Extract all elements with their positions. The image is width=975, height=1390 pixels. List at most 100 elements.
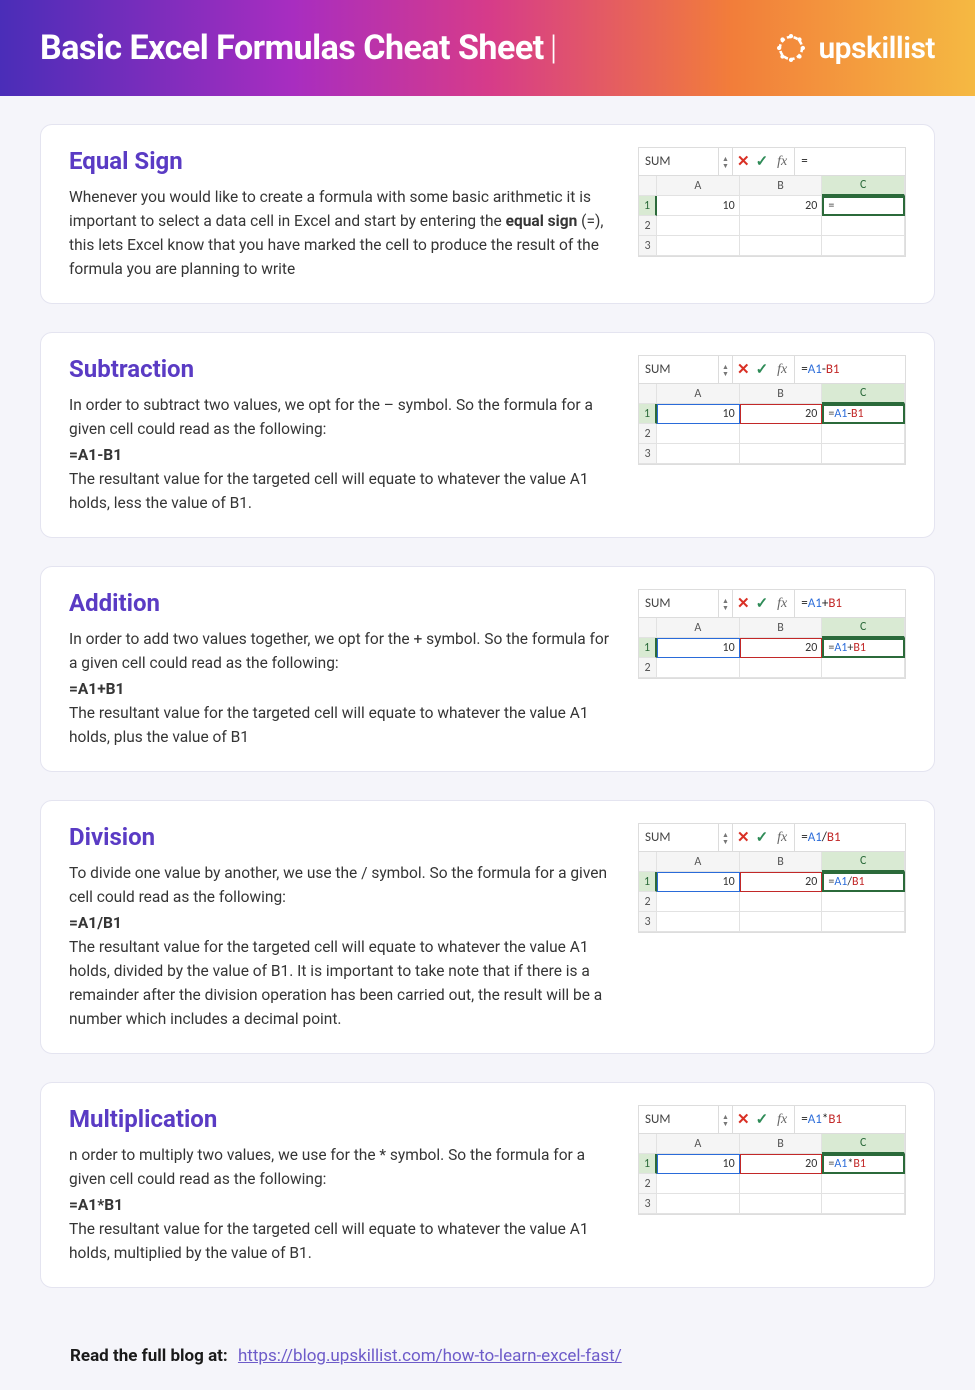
- cell[interactable]: [740, 216, 823, 236]
- formula-input[interactable]: =: [795, 148, 905, 175]
- cell[interactable]: [657, 892, 740, 912]
- fx-icon[interactable]: fx: [774, 1112, 790, 1128]
- name-box[interactable]: SUM: [639, 356, 719, 383]
- row-header[interactable]: 1: [639, 638, 657, 658]
- cell[interactable]: [740, 1194, 823, 1214]
- col-header-b[interactable]: B: [740, 176, 823, 196]
- col-header-c[interactable]: C: [822, 618, 905, 638]
- cell[interactable]: [740, 444, 823, 464]
- cell[interactable]: [822, 236, 905, 256]
- row-header[interactable]: 2: [639, 892, 657, 912]
- cell-c1-active[interactable]: =A1+B1: [822, 638, 905, 658]
- namebox-spinner[interactable]: ▲▼: [719, 590, 733, 617]
- name-box[interactable]: SUM: [639, 1106, 719, 1133]
- row-header[interactable]: 2: [639, 658, 657, 678]
- namebox-spinner[interactable]: ▲▼: [719, 148, 733, 175]
- cancel-icon[interactable]: ✕: [737, 1110, 750, 1129]
- col-header-b[interactable]: B: [740, 852, 823, 872]
- col-header-a[interactable]: A: [657, 852, 740, 872]
- confirm-icon[interactable]: ✓: [756, 152, 769, 171]
- confirm-icon[interactable]: ✓: [756, 594, 769, 613]
- cell[interactable]: [657, 658, 740, 678]
- cancel-icon[interactable]: ✕: [737, 828, 750, 847]
- confirm-icon[interactable]: ✓: [756, 828, 769, 847]
- cell[interactable]: [822, 658, 905, 678]
- cell-a1[interactable]: 10: [657, 196, 740, 216]
- select-all-corner[interactable]: [639, 852, 657, 872]
- cell-b1[interactable]: 20: [740, 196, 823, 216]
- cell[interactable]: [657, 1174, 740, 1194]
- cell[interactable]: [740, 236, 823, 256]
- row-header[interactable]: 3: [639, 1194, 657, 1214]
- cell-c1-active[interactable]: =A1/B1: [822, 872, 905, 892]
- cell-b1[interactable]: 20: [740, 1154, 823, 1174]
- row-header[interactable]: 1: [639, 1154, 657, 1174]
- cell[interactable]: [657, 236, 740, 256]
- cell-a1[interactable]: 10: [657, 638, 740, 658]
- cell[interactable]: [657, 912, 740, 932]
- cell[interactable]: [740, 658, 823, 678]
- col-header-b[interactable]: B: [740, 1134, 823, 1154]
- row-header[interactable]: 1: [639, 404, 657, 424]
- cell[interactable]: [822, 892, 905, 912]
- cell-b1[interactable]: 20: [740, 404, 823, 424]
- cell[interactable]: [822, 1174, 905, 1194]
- formula-input[interactable]: =A1*B1: [795, 1106, 905, 1133]
- select-all-corner[interactable]: [639, 176, 657, 196]
- row-header[interactable]: 2: [639, 424, 657, 444]
- cell[interactable]: [822, 1194, 905, 1214]
- cell[interactable]: [740, 1174, 823, 1194]
- namebox-spinner[interactable]: ▲▼: [719, 1106, 733, 1133]
- row-header[interactable]: 3: [639, 444, 657, 464]
- row-header[interactable]: 2: [639, 216, 657, 236]
- cancel-icon[interactable]: ✕: [737, 360, 750, 379]
- formula-input[interactable]: =A1-B1: [795, 356, 905, 383]
- cell[interactable]: [822, 216, 905, 236]
- cell-c1-active[interactable]: =A1*B1: [822, 1154, 905, 1174]
- row-header[interactable]: 3: [639, 912, 657, 932]
- row-header[interactable]: 1: [639, 196, 657, 216]
- col-header-a[interactable]: A: [657, 618, 740, 638]
- name-box[interactable]: SUM: [639, 824, 719, 851]
- col-header-b[interactable]: B: [740, 618, 823, 638]
- col-header-a[interactable]: A: [657, 176, 740, 196]
- cell[interactable]: [822, 912, 905, 932]
- cancel-icon[interactable]: ✕: [737, 594, 750, 613]
- row-header[interactable]: 3: [639, 236, 657, 256]
- cell[interactable]: [822, 424, 905, 444]
- cell[interactable]: [657, 444, 740, 464]
- cell[interactable]: [740, 424, 823, 444]
- cell[interactable]: [657, 216, 740, 236]
- col-header-b[interactable]: B: [740, 384, 823, 404]
- cell[interactable]: [657, 1194, 740, 1214]
- cell-a1[interactable]: 10: [657, 1154, 740, 1174]
- footer-link[interactable]: https://blog.upskillist.com/how-to-learn…: [238, 1346, 622, 1366]
- namebox-spinner[interactable]: ▲▼: [719, 824, 733, 851]
- cell-a1[interactable]: 10: [657, 872, 740, 892]
- confirm-icon[interactable]: ✓: [756, 360, 769, 379]
- name-box[interactable]: SUM: [639, 590, 719, 617]
- cancel-icon[interactable]: ✕: [737, 152, 750, 171]
- row-header[interactable]: 1: [639, 872, 657, 892]
- cell[interactable]: [822, 444, 905, 464]
- col-header-c[interactable]: C: [822, 1134, 905, 1154]
- cell[interactable]: [740, 912, 823, 932]
- col-header-c[interactable]: C: [822, 852, 905, 872]
- cell-b1[interactable]: 20: [740, 638, 823, 658]
- col-header-a[interactable]: A: [657, 384, 740, 404]
- col-header-a[interactable]: A: [657, 1134, 740, 1154]
- fx-icon[interactable]: fx: [774, 362, 790, 378]
- formula-input[interactable]: =A1+B1: [795, 590, 905, 617]
- select-all-corner[interactable]: [639, 1134, 657, 1154]
- fx-icon[interactable]: fx: [774, 830, 790, 846]
- fx-icon[interactable]: fx: [774, 154, 790, 170]
- col-header-c[interactable]: C: [822, 384, 905, 404]
- confirm-icon[interactable]: ✓: [756, 1110, 769, 1129]
- cell-c1-active[interactable]: =A1-B1: [822, 404, 905, 424]
- fx-icon[interactable]: fx: [774, 596, 790, 612]
- select-all-corner[interactable]: [639, 384, 657, 404]
- cell-a1[interactable]: 10: [657, 404, 740, 424]
- cell-c1-active[interactable]: =: [822, 196, 905, 216]
- cell-b1[interactable]: 20: [740, 872, 823, 892]
- namebox-spinner[interactable]: ▲▼: [719, 356, 733, 383]
